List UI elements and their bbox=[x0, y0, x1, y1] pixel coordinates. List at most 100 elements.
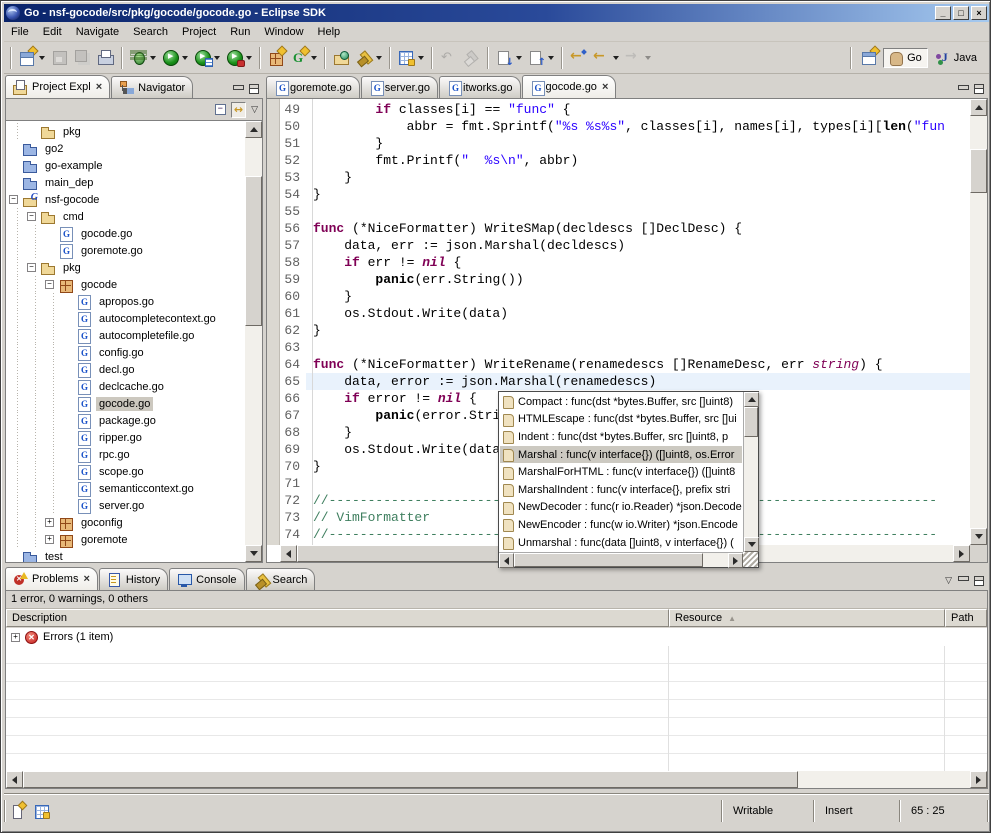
bottom-tab-history[interactable]: History bbox=[99, 568, 168, 590]
collapse-all-icon[interactable]: − bbox=[215, 104, 226, 115]
tree-item[interactable]: pkg bbox=[6, 123, 245, 140]
print-button[interactable] bbox=[94, 45, 117, 71]
next-annotation-button[interactable] bbox=[493, 45, 525, 71]
prev-annotation-button[interactable] bbox=[525, 45, 557, 71]
tree-item[interactable]: go2 bbox=[6, 140, 245, 157]
tree-item[interactable]: scope.go bbox=[6, 463, 245, 480]
expand-icon[interactable]: + bbox=[45, 535, 54, 544]
dropdown-arrow-icon[interactable] bbox=[418, 56, 424, 63]
dropdown-arrow-icon[interactable] bbox=[214, 56, 220, 63]
dropdown-arrow-icon[interactable] bbox=[548, 56, 554, 63]
code-line[interactable]: 56func (*NiceFormatter) WriteSMap(declde… bbox=[280, 220, 970, 237]
menu-window[interactable]: Window bbox=[257, 24, 310, 40]
editor-tab-goremote-go[interactable]: goremote.go bbox=[266, 76, 360, 98]
close-tab-icon[interactable]: × bbox=[96, 81, 102, 93]
tree-item[interactable]: semanticcontext.go bbox=[6, 480, 245, 497]
dropdown-arrow-icon[interactable] bbox=[246, 56, 252, 63]
popup-horizontal-scrollbar[interactable] bbox=[499, 552, 743, 567]
editor-tab-gocode-go[interactable]: gocode.go× bbox=[522, 75, 617, 98]
tree-item[interactable]: main_dep bbox=[6, 174, 245, 191]
close-window-button[interactable]: × bbox=[971, 6, 987, 20]
tree-item[interactable]: config.go bbox=[6, 344, 245, 361]
bottom-tab-console[interactable]: Console bbox=[169, 568, 244, 590]
fast-view-icon[interactable] bbox=[10, 803, 26, 819]
code-line[interactable]: 61 os.Stdout.Write(data) bbox=[280, 305, 970, 322]
editor-tab-itworks-go[interactable]: itworks.go bbox=[439, 76, 521, 98]
tree-scrollbar[interactable] bbox=[245, 121, 262, 562]
popup-resize-grip[interactable] bbox=[743, 552, 758, 567]
column-header-resource[interactable]: Resource▲ bbox=[669, 609, 945, 627]
open-perspective-button[interactable] bbox=[858, 45, 881, 71]
completion-item[interactable]: HTMLEscape : func(dst *bytes.Buffer, src… bbox=[500, 411, 742, 429]
bottom-tab-problems[interactable]: Problems× bbox=[5, 567, 98, 590]
completion-item[interactable]: Unmarshal : func(data []uint8, v interfa… bbox=[500, 534, 742, 551]
expand-icon[interactable]: + bbox=[45, 518, 54, 527]
close-tab-icon[interactable]: × bbox=[83, 573, 89, 585]
save-all-button[interactable] bbox=[71, 45, 94, 71]
maximize-window-button[interactable]: □ bbox=[953, 6, 969, 20]
tree-item[interactable]: autocompletefile.go bbox=[6, 327, 245, 344]
search-button[interactable] bbox=[353, 45, 385, 71]
run-button[interactable] bbox=[159, 45, 191, 71]
code-line[interactable]: 51 } bbox=[280, 135, 970, 152]
tree-item[interactable]: +goconfig bbox=[6, 514, 245, 531]
tree-item[interactable]: test bbox=[6, 548, 245, 562]
column-header-path[interactable]: Path bbox=[945, 609, 987, 627]
menu-navigate[interactable]: Navigate bbox=[69, 24, 126, 40]
bottom-tab-search[interactable]: Search bbox=[246, 568, 316, 590]
minimize-panel-icon[interactable] bbox=[958, 85, 968, 94]
column-header-description[interactable]: Description bbox=[6, 609, 669, 627]
debug-button[interactable] bbox=[127, 45, 159, 71]
tree-item[interactable]: −nsf-gocode bbox=[6, 191, 245, 208]
minimize-window-button[interactable]: _ bbox=[935, 6, 951, 20]
completion-item[interactable]: MarshalIndent : func(v interface{}, pref… bbox=[500, 481, 742, 499]
dropdown-arrow-icon[interactable] bbox=[613, 56, 619, 63]
perspective-java[interactable]: Java bbox=[930, 48, 983, 68]
code-line[interactable]: 54} bbox=[280, 186, 970, 203]
view-tab-navigator[interactable]: Navigator bbox=[111, 76, 193, 98]
menu-search[interactable]: Search bbox=[126, 24, 175, 40]
maximize-panel-icon[interactable] bbox=[974, 84, 984, 94]
maximize-panel-icon[interactable] bbox=[974, 576, 984, 586]
collapse-icon[interactable]: − bbox=[27, 263, 36, 272]
code-line[interactable]: 58 if err != nil { bbox=[280, 254, 970, 271]
menu-file[interactable]: File bbox=[4, 24, 36, 40]
tree-item[interactable]: autocompletecontext.go bbox=[6, 310, 245, 327]
dropdown-arrow-icon[interactable] bbox=[311, 56, 317, 63]
editor-vertical-scrollbar[interactable] bbox=[970, 99, 987, 545]
expand-icon[interactable]: + bbox=[11, 633, 20, 642]
tree-item[interactable]: apropos.go bbox=[6, 293, 245, 310]
tree-item[interactable]: server.go bbox=[6, 497, 245, 514]
tree-item[interactable]: gocode.go bbox=[6, 225, 245, 242]
show-annotation-icon[interactable] bbox=[34, 803, 50, 819]
view-tab-project-expl[interactable]: Project Expl× bbox=[5, 75, 110, 98]
code-line[interactable]: 59 panic(err.String()) bbox=[280, 271, 970, 288]
minimize-panel-icon[interactable] bbox=[233, 85, 243, 94]
tree-item[interactable]: +goremote bbox=[6, 531, 245, 548]
tree-item[interactable]: gocode.go bbox=[6, 395, 245, 412]
perspective-go[interactable]: Go bbox=[883, 48, 928, 68]
forward-button[interactable] bbox=[622, 45, 654, 71]
code-line[interactable]: 55 bbox=[280, 203, 970, 220]
open-resource-button[interactable] bbox=[330, 45, 353, 71]
code-line[interactable]: 49 if classes[i] == "func" { bbox=[280, 101, 970, 118]
completion-item[interactable]: NewEncoder : func(w io.Writer) *json.Enc… bbox=[500, 516, 742, 534]
code-line[interactable]: 52 fmt.Printf(" %s\n", abbr) bbox=[280, 152, 970, 169]
toggle-table-button[interactable] bbox=[395, 45, 427, 71]
menu-project[interactable]: Project bbox=[175, 24, 223, 40]
run-history-button[interactable] bbox=[191, 45, 223, 71]
tree-item[interactable]: goremote.go bbox=[6, 242, 245, 259]
view-menu-icon[interactable]: ▽ bbox=[251, 104, 258, 115]
code-line[interactable]: 53 } bbox=[280, 169, 970, 186]
tree-item[interactable]: ripper.go bbox=[6, 429, 245, 446]
undo-button[interactable] bbox=[437, 45, 460, 71]
code-line[interactable]: 65 data, error := json.Marshal(renamedes… bbox=[280, 373, 970, 390]
tree-item[interactable]: go-example bbox=[6, 157, 245, 174]
dropdown-arrow-icon[interactable] bbox=[516, 56, 522, 63]
new-wizard-button[interactable] bbox=[16, 45, 48, 71]
tree-item[interactable]: decl.go bbox=[6, 361, 245, 378]
code-line[interactable]: 60 } bbox=[280, 288, 970, 305]
minimize-panel-icon[interactable] bbox=[958, 576, 968, 585]
new-go-element-button[interactable] bbox=[288, 45, 320, 71]
dropdown-arrow-icon[interactable] bbox=[150, 56, 156, 63]
